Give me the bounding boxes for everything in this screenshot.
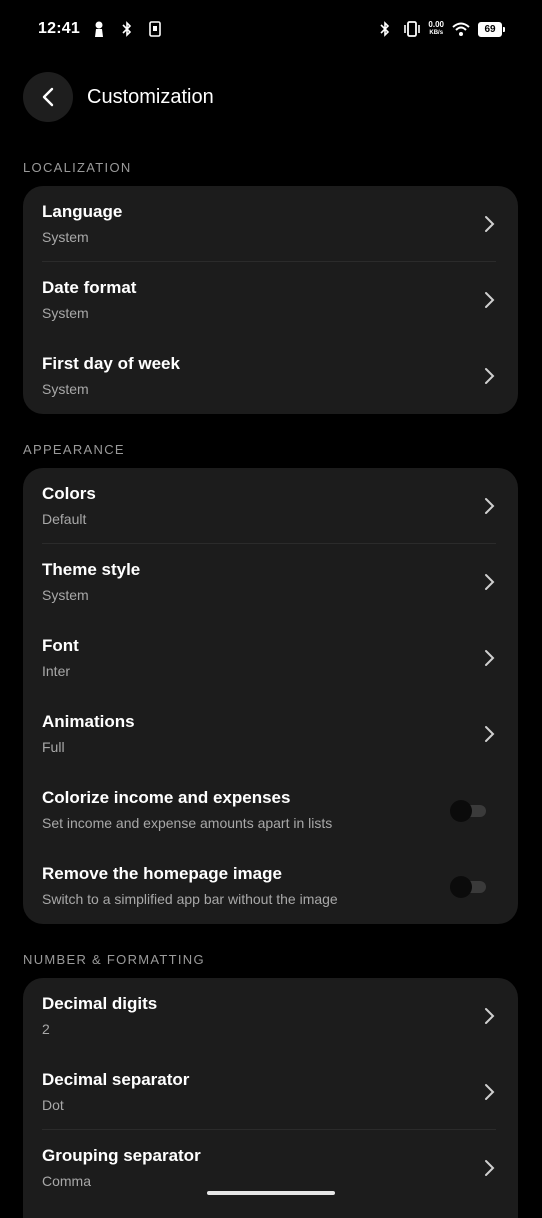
home-indicator[interactable]	[207, 1191, 335, 1195]
colorize-toggle[interactable]	[450, 800, 486, 822]
section-label-number-formatting: NUMBER & FORMATTING	[23, 952, 205, 967]
back-arrow-icon	[42, 87, 54, 107]
setting-animations[interactable]: Animations Full	[23, 696, 518, 772]
chevron-right-icon	[485, 726, 495, 742]
toggle-knob	[450, 800, 472, 822]
bluetooth-icon	[118, 20, 136, 38]
setting-title: Decimal separator	[42, 1070, 190, 1089]
setting-value: Comma	[42, 1173, 92, 1189]
setting-colors[interactable]: Colors Default	[23, 468, 518, 544]
chevron-right-icon	[485, 498, 495, 514]
setting-value: Default	[42, 511, 87, 527]
chevron-right-icon	[485, 1160, 495, 1176]
status-left: 12:41	[38, 20, 164, 38]
chevron-right-icon	[485, 650, 495, 666]
page-title: Customization	[87, 85, 214, 108]
setting-title: Font	[42, 636, 79, 655]
setting-value: System	[42, 305, 89, 321]
setting-description: Set income and expense amounts apart in …	[42, 815, 333, 831]
net-speed-unit: KB/s	[429, 30, 444, 36]
card-appearance: Colors Default Theme style System Font I…	[23, 468, 518, 924]
setting-date-format[interactable]: Date format System	[23, 262, 518, 338]
card-number-formatting: Decimal digits 2 Decimal separator Dot G…	[23, 978, 518, 1218]
chevron-right-icon	[485, 1008, 495, 1024]
setting-title: Colors	[42, 484, 96, 503]
sim-icon	[146, 20, 164, 38]
setting-value: System	[42, 229, 89, 245]
toggle-knob	[450, 876, 472, 898]
chevron-right-icon	[485, 216, 495, 232]
setting-value: 2	[42, 1021, 50, 1037]
setting-title: Grouping separator	[42, 1146, 201, 1165]
chevron-right-icon	[485, 1084, 495, 1100]
back-button[interactable]	[23, 72, 73, 122]
setting-title: Animations	[42, 712, 135, 731]
setting-remove-homepage-image[interactable]: Remove the homepage image Switch to a si…	[23, 848, 518, 924]
setting-title: First day of week	[42, 354, 180, 373]
setting-title: Language	[42, 202, 123, 221]
setting-value: Full	[42, 739, 65, 755]
setting-title: Decimal digits	[42, 994, 158, 1013]
setting-value: Inter	[42, 663, 71, 679]
battery-indicator: 69	[478, 21, 505, 37]
app-header: Customization	[23, 72, 214, 122]
status-right: 0.00 KB/s 69	[376, 20, 505, 38]
setting-title: Theme style	[42, 560, 141, 579]
setting-value: System	[42, 381, 89, 397]
person-icon	[90, 20, 108, 38]
net-speed: 0.00 KB/s	[428, 21, 444, 37]
setting-colorize-income-expenses[interactable]: Colorize income and expenses Set income …	[23, 772, 518, 848]
wifi-icon	[452, 20, 470, 38]
setting-value: System	[42, 587, 89, 603]
chevron-right-icon	[485, 368, 495, 384]
setting-value: Dot	[42, 1097, 64, 1113]
setting-decimal-digits[interactable]: Decimal digits 2	[23, 978, 518, 1054]
vibrate-icon	[402, 20, 421, 38]
setting-title: Colorize income and expenses	[42, 788, 291, 807]
net-speed-value: 0.00	[428, 20, 444, 29]
setting-description: Switch to a simplified app bar without t…	[42, 891, 338, 907]
status-bar: 12:41 0.00 KB/s 69	[0, 0, 542, 62]
setting-theme-style[interactable]: Theme style System	[23, 544, 518, 620]
setting-font[interactable]: Font Inter	[23, 620, 518, 696]
status-time: 12:41	[38, 20, 80, 37]
setting-title: Remove the homepage image	[42, 864, 282, 883]
setting-language[interactable]: Language System	[23, 186, 518, 262]
bluetooth-icon	[376, 20, 394, 38]
setting-first-day-of-week[interactable]: First day of week System	[23, 338, 518, 414]
setting-title: Date format	[42, 278, 137, 297]
card-localization: Language System Date format System First…	[23, 186, 518, 414]
section-label-appearance: APPEARANCE	[23, 442, 125, 457]
chevron-right-icon	[485, 574, 495, 590]
chevron-right-icon	[485, 292, 495, 308]
homepage-image-toggle[interactable]	[450, 876, 486, 898]
section-label-localization: LOCALIZATION	[23, 160, 132, 175]
setting-decimal-separator[interactable]: Decimal separator Dot	[23, 1054, 518, 1130]
